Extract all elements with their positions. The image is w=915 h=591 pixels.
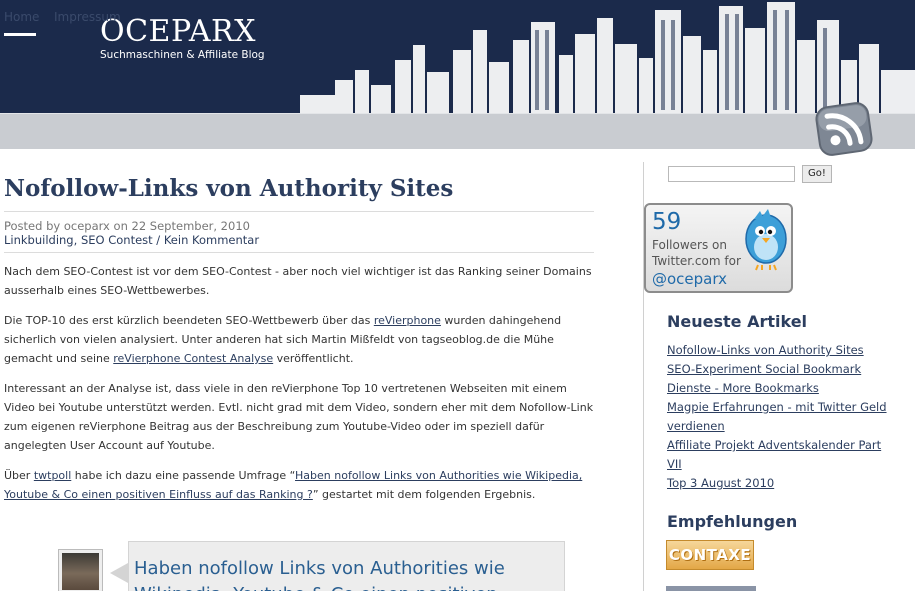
recent-post-link[interactable]: SEO-Experiment Social Bookmark [667, 360, 897, 379]
sidebar-banner-partial [666, 586, 756, 591]
rss-icon[interactable] [812, 99, 876, 159]
avatar-image [62, 553, 99, 590]
search-button[interactable]: Go! [802, 165, 832, 183]
twitter-handle: @oceparx [652, 270, 728, 288]
recent-post-link[interactable]: Top 3 August 2010 [667, 474, 897, 493]
sidebar-heading-recommendations: Empfehlungen [667, 512, 798, 531]
paragraph-text: Über [4, 469, 34, 482]
twitter-text-line: Twitter.com for [652, 254, 741, 268]
site-header: OCEPARX Suchmaschinen & Affiliate Blog [0, 0, 915, 113]
post-paragraph: Über twtpoll habe ich dazu eine passende… [4, 466, 599, 504]
poll-speech-arrow [110, 563, 128, 583]
site-subtitle: Suchmaschinen & Affiliate Blog [100, 49, 265, 61]
link-contest-analyse[interactable]: reVierphone Contest Analyse [113, 352, 273, 365]
recent-post-link-cont[interactable]: Dienste - More Bookmarks [667, 379, 897, 398]
recent-post-link[interactable]: Magpie Erfahrungen - mit Twitter Geld ve… [667, 398, 897, 436]
category-link-linkbuilding[interactable]: Linkbuilding [4, 233, 74, 247]
twitter-badge[interactable]: 59 Followers on Twitter.com for @oceparx [644, 203, 793, 293]
category-separator: , [73, 233, 81, 247]
post-categories: Linkbuilding, SEO Contest / Kein Komment… [4, 233, 259, 247]
meta-on: on [109, 219, 132, 233]
twitter-bird-icon [745, 209, 787, 271]
post-meta: Posted by oceparx on 22 September, 2010 [4, 219, 250, 233]
post-date: 22 September, 2010 [131, 219, 250, 233]
link-twtpoll[interactable]: twtpoll [34, 469, 71, 482]
search-input[interactable] [668, 166, 795, 182]
paragraph-text: Die TOP-10 des erst kürzlich beendeten S… [4, 314, 374, 327]
post-author: oceparx [63, 219, 110, 233]
post-title[interactable]: Nofollow-Links von Authority Sites [4, 175, 453, 202]
twitter-follower-count: 59 [652, 209, 682, 235]
recent-post-link[interactable]: Nofollow-Links von Authority Sites [667, 341, 897, 360]
link-revierphone[interactable]: reVierphone [374, 314, 441, 327]
post-paragraph: Die TOP-10 des erst kürzlich beendeten S… [4, 311, 599, 368]
main-nav [0, 113, 915, 149]
comments-link[interactable]: Kein Kommentar [164, 233, 259, 247]
category-link-seo-contest[interactable]: SEO Contest [81, 233, 153, 247]
paragraph-text: ” gestartet mit dem folgenden Ergebnis. [312, 488, 536, 501]
post-paragraph: Nach dem SEO-Contest ist vor dem SEO-Con… [4, 265, 592, 297]
divider [4, 211, 594, 212]
meta-prefix: Posted by [4, 219, 64, 233]
contaxe-banner[interactable]: CONTAXE [666, 540, 754, 570]
nav-active-indicator [4, 33, 36, 36]
recent-post-link[interactable]: Affiliate Projekt Adventskalender Part V… [667, 436, 897, 474]
comments-separator: / [152, 233, 164, 247]
post-paragraph: Interessant an der Analyse ist, dass vie… [4, 382, 594, 452]
nav-item-home[interactable]: Home [4, 10, 39, 24]
paragraph-text: habe ich dazu eine passende Umfrage “ [71, 469, 296, 482]
skyline-illustration [300, 2, 915, 113]
twitter-text-line: Followers on [652, 238, 727, 252]
poll-question[interactable]: Haben nofollow Links von Authorities wie… [134, 556, 554, 591]
nav-item-impressum[interactable]: Impressum [54, 10, 121, 24]
paragraph-text: veröffentlicht. [273, 352, 354, 365]
divider [4, 252, 594, 253]
sidebar-heading-recent: Neueste Artikel [667, 312, 808, 331]
site-title[interactable]: OCEPARX [100, 14, 256, 49]
poll-avatar [58, 549, 103, 591]
